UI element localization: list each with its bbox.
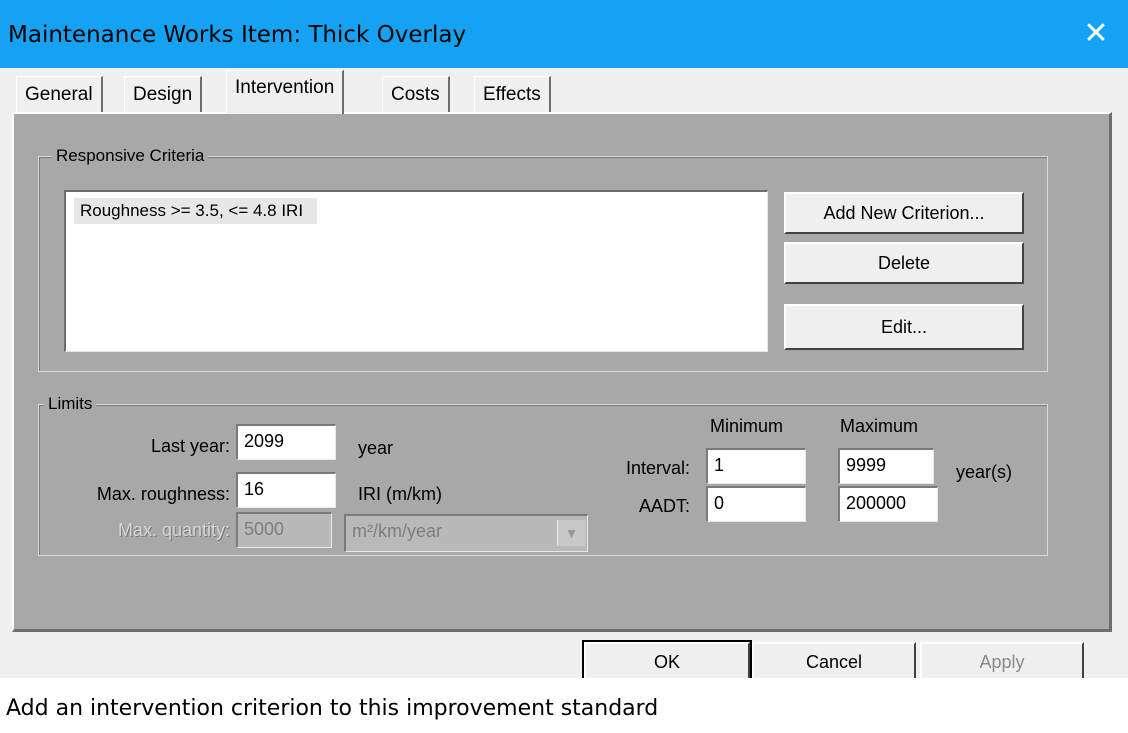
last-year-field[interactable]: 2099 — [236, 424, 336, 460]
tab-intervention[interactable]: Intervention — [226, 70, 345, 114]
interval-min-field[interactable]: 1 — [706, 448, 806, 484]
max-roughness-unit: IRI (m/km) — [358, 484, 442, 504]
chevron-down-icon: ▼ — [557, 520, 585, 546]
max-roughness-field[interactable]: 16 — [236, 472, 336, 508]
list-item[interactable]: Roughness >= 3.5, <= 4.8 IRI — [74, 198, 318, 224]
status-text: Add an intervention criterion to this im… — [6, 696, 659, 721]
apply-button: Apply — [920, 642, 1084, 682]
interval-max-field[interactable]: 9999 — [838, 448, 934, 484]
delete-button[interactable]: Delete — [784, 242, 1024, 284]
last-year-unit: year — [358, 438, 394, 458]
tab-effects[interactable]: Effects — [474, 76, 551, 112]
tab-design[interactable]: Design — [124, 76, 203, 112]
limits-label: Limits — [44, 394, 97, 414]
aadt-max-field[interactable]: 200000 — [838, 486, 938, 522]
close-icon[interactable]: ✕ — [1072, 14, 1120, 54]
cancel-button[interactable]: Cancel — [752, 642, 916, 682]
maximum-header: Maximum — [840, 416, 919, 436]
max-roughness-label: Max. roughness: — [96, 484, 230, 504]
max-quantity-field: 5000 — [236, 512, 332, 548]
aadt-min-field[interactable]: 0 — [706, 486, 806, 522]
window-title: Maintenance Works Item: Thick Overlay — [8, 22, 467, 48]
tab-costs[interactable]: Costs — [382, 76, 450, 112]
interval-label: Interval: — [625, 458, 690, 478]
minimum-header: Minimum — [710, 416, 784, 436]
criteria-list[interactable]: Roughness >= 3.5, <= 4.8 IRI — [64, 190, 768, 352]
add-new-criterion-button[interactable]: Add New Criterion... — [784, 192, 1024, 234]
last-year-label: Last year: — [150, 436, 230, 456]
interval-unit: year(s) — [956, 462, 1013, 482]
max-quantity-unit-select: m²/km/year ▼ — [344, 514, 588, 552]
responsive-criteria-label: Responsive Criteria — [52, 146, 209, 166]
aadt-label: AADT: — [638, 496, 690, 516]
max-quantity-label: Max. quantity: — [117, 520, 230, 540]
tab-general[interactable]: General — [16, 76, 103, 112]
max-quantity-unit-value: m²/km/year — [352, 521, 442, 541]
ok-button[interactable]: OK — [582, 640, 752, 684]
edit-button[interactable]: Edit... — [784, 304, 1024, 350]
